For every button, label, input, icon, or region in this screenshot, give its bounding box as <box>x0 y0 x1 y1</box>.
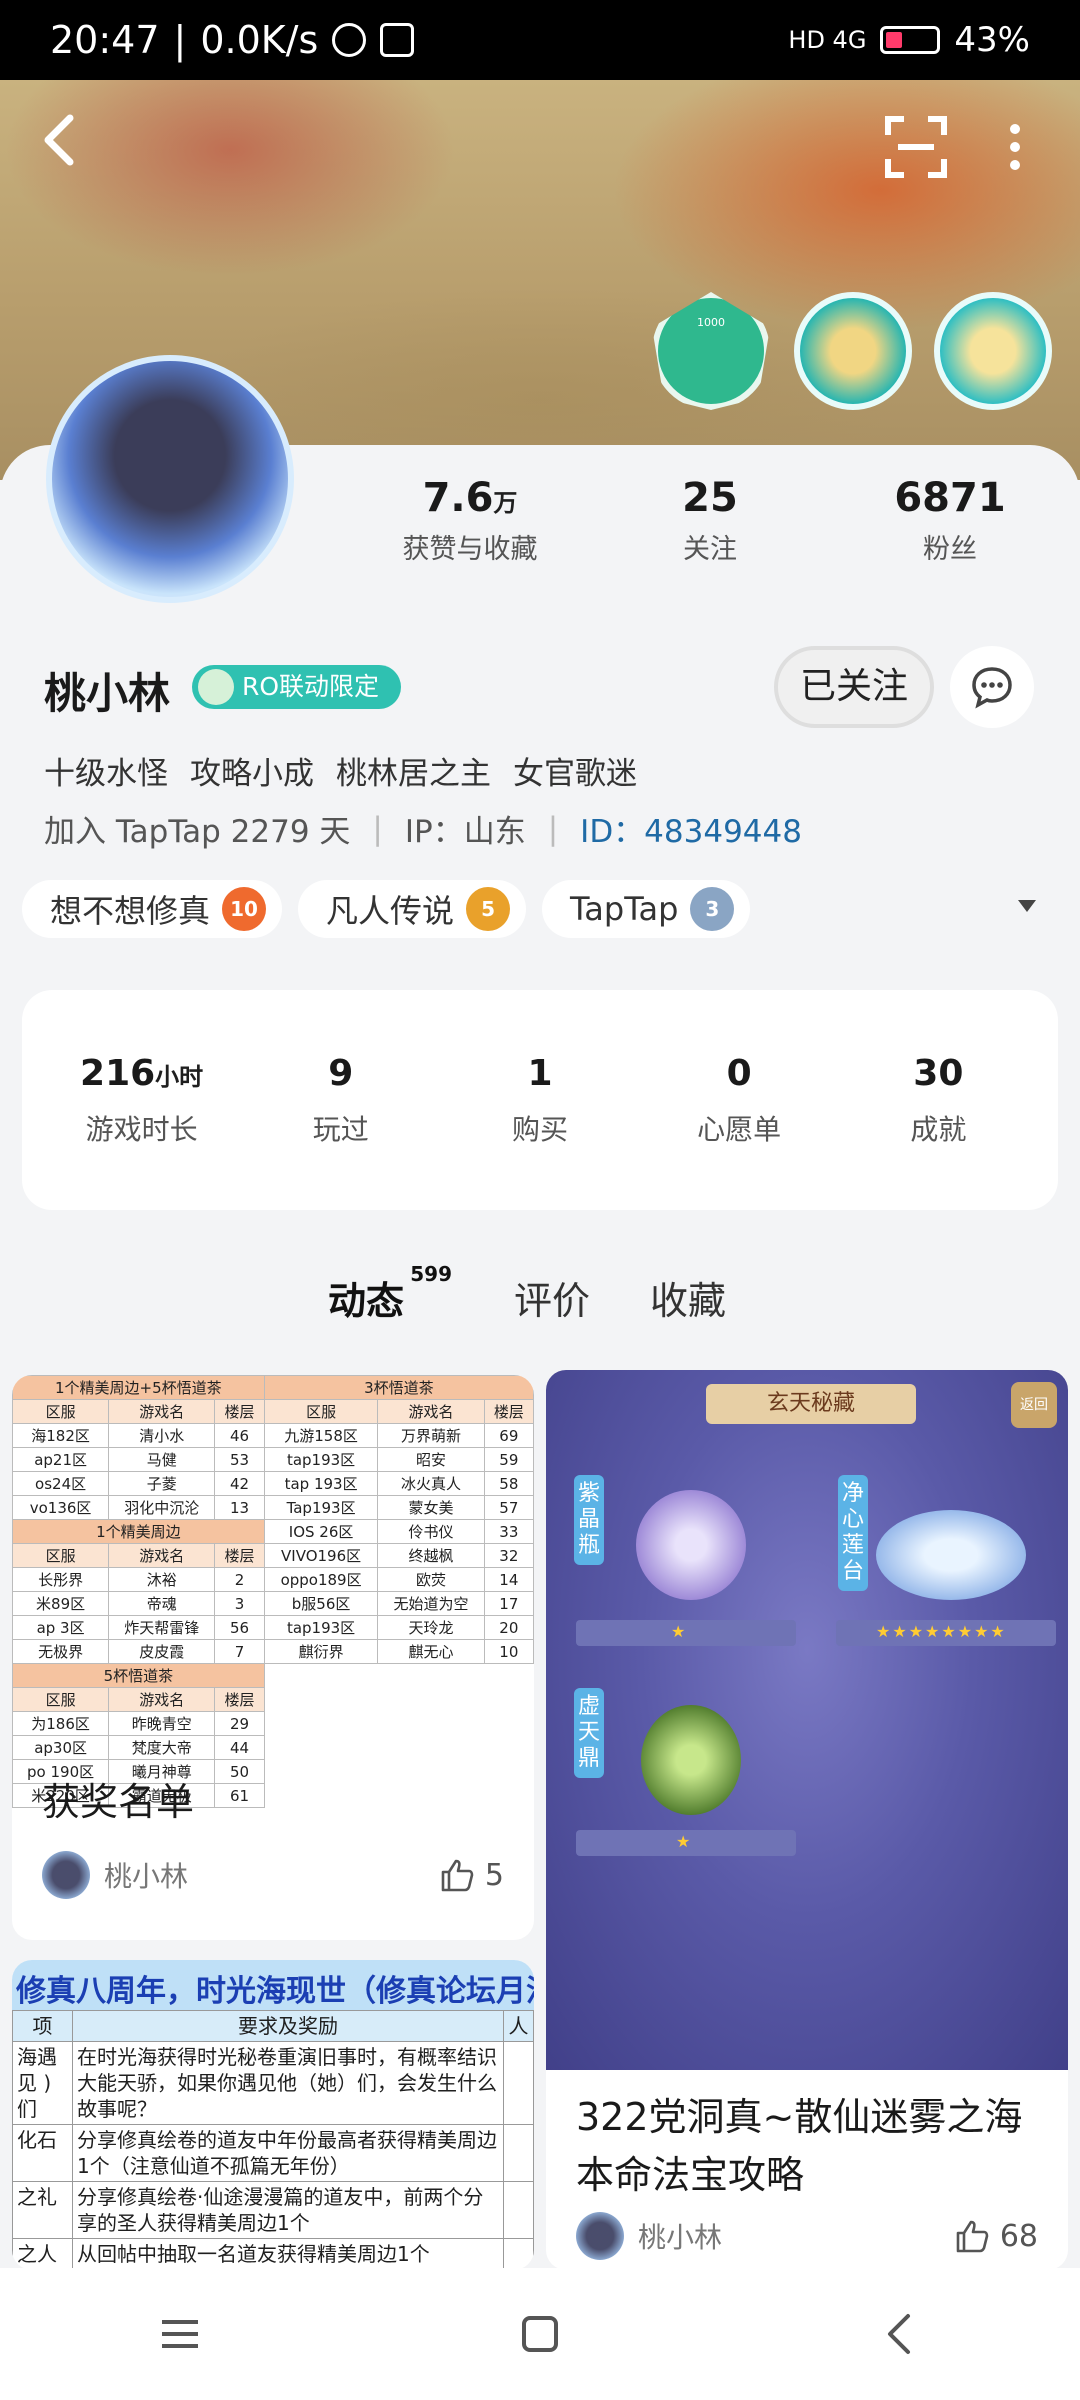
message-button[interactable] <box>950 646 1034 728</box>
stat-wishlist[interactable]: 0 心愿单 <box>654 1053 824 1148</box>
network-indicator: HD 4G <box>788 26 867 54</box>
tarara-birthday-badge[interactable] <box>794 292 912 410</box>
ip-location: IP：山东 <box>404 814 526 850</box>
profile-tabs: 动态 599 评价 收藏 <box>328 1262 786 1325</box>
user-name: 桃小林 <box>44 669 171 718</box>
chat-bubble-icon <box>972 667 1012 709</box>
expand-games-icon[interactable] <box>1018 900 1036 912</box>
item-label: 净心莲台 <box>838 1475 868 1591</box>
stat-likes[interactable]: 7.6万 获赞与收藏 <box>360 475 580 566</box>
game-chip[interactable]: TapTap 3 <box>542 880 751 938</box>
profile-stats: 7.6万 获赞与收藏 25 关注 6871 粉丝 <box>360 475 1060 566</box>
game-chip[interactable]: 凡人传说 5 <box>298 880 527 938</box>
level-icon: 5 <box>466 887 511 931</box>
user-meta: 加入 TapTap 2279 天 | IP：山东 | ID：48349448 <box>44 806 802 851</box>
item-label: 紫晶瓶 <box>574 1475 604 1565</box>
ro-collab-tag[interactable]: RO联动限定 <box>192 665 402 709</box>
lotus-icon <box>876 1510 1026 1600</box>
scan-icon <box>885 116 947 178</box>
author-avatar <box>42 1851 90 1899</box>
back-arrow-icon <box>44 114 74 166</box>
stat-purchased[interactable]: 1 购买 <box>455 1053 625 1148</box>
stat-following[interactable]: 25 关注 <box>600 475 820 566</box>
battery-icon <box>880 26 941 54</box>
like-button[interactable]: 68 <box>954 2219 1038 2254</box>
system-back-button[interactable] <box>870 2304 930 2364</box>
battery-percent: 43% <box>954 20 1030 60</box>
posts-count: 599 <box>410 1262 453 1286</box>
avatar[interactable] <box>46 355 294 603</box>
event-poster-image: 修真八周年，时光海现世（修真论坛月活动） 项要求及奖励人 海遇见 )们在时光海获… <box>12 1960 534 2270</box>
alarm-icon <box>332 23 367 57</box>
user-titles: 十级水怪 攻略小成 桃林居之主 女官歌迷 <box>44 748 637 793</box>
feed-card[interactable]: 1个精美周边+5杯悟道茶 3杯悟道茶 区服 游戏名 楼层 区服 游戏名 楼层 海182区… <box>12 1375 534 1940</box>
status-speed: 0.0K/s <box>200 18 319 62</box>
thumbs-up-icon <box>441 1859 474 1892</box>
more-button[interactable] <box>995 115 1035 179</box>
stat-playtime[interactable]: 216小时 游戏时长 <box>57 1053 227 1148</box>
return-icon: 返回 <box>1011 1382 1057 1428</box>
post-author: 桃小林 5 <box>12 1831 534 1899</box>
feed-card[interactable]: 修真八周年，时光海现世（修真论坛月活动） 项要求及奖励人 海遇见 )们在时光海获… <box>12 1960 534 2270</box>
status-bar: 20:47 | 0.0K/s HD 4G 43% <box>0 0 1080 80</box>
more-vertical-icon <box>1010 124 1020 170</box>
recent-apps-button[interactable] <box>150 2304 210 2364</box>
author-avatar <box>576 2212 624 2260</box>
back-chevron-icon <box>888 2314 910 2354</box>
title-item: 攻略小成 <box>190 756 314 792</box>
scan-button[interactable] <box>884 115 948 179</box>
game-stats-panel: 216小时 游戏时长 9 玩过 1 购买 0 心愿单 30 成就 <box>22 990 1058 1210</box>
back-button[interactable] <box>40 110 100 180</box>
feed-card[interactable]: 玄天秘藏 返回 紫晶瓶 ★ 净心莲台 ★★★★★★★★ 虚天鼎 ★ 322党洞真… <box>546 1370 1068 2270</box>
stat-played[interactable]: 9 玩过 <box>256 1053 426 1148</box>
tab-favorites[interactable]: 收藏 <box>650 1270 726 1325</box>
title-item: 桃林居之主 <box>336 756 491 792</box>
home-button[interactable] <box>510 2304 570 2364</box>
item-label: 虚天鼎 <box>574 1688 604 1778</box>
winners-sheet-image: 1个精美周边+5杯悟道茶 3杯悟道茶 区服 游戏名 楼层 区服 游戏名 楼层 海182区… <box>12 1375 534 1808</box>
level-icon: 10 <box>222 887 267 931</box>
post-author: 桃小林 68 <box>546 2204 1068 2260</box>
join-days: 加入 TapTap 2279 天 <box>44 814 351 850</box>
system-nav-bar <box>0 2268 1080 2400</box>
post-title: 322党洞真~散仙迷雾之海本命法宝攻略 <box>576 2095 1023 2197</box>
stat-followers[interactable]: 6871 粉丝 <box>840 475 1060 566</box>
thumbs-up-icon <box>956 2220 989 2253</box>
stat-achievements[interactable]: 30 成就 <box>853 1053 1023 1148</box>
home-square-icon <box>522 2316 558 2352</box>
game-chips: 想不想修真 10 凡人传说 5 TapTap 3 <box>22 880 751 938</box>
tarara-badge[interactable] <box>934 292 1052 410</box>
level-icon: 3 <box>690 887 735 931</box>
game-screenshot-image: 玄天秘藏 返回 紫晶瓶 ★ 净心莲台 ★★★★★★★★ 虚天鼎 ★ <box>546 1370 1068 2070</box>
purple-vase-icon <box>636 1490 746 1600</box>
status-time: 20:47 <box>50 18 160 62</box>
title-item: 十级水怪 <box>44 756 168 792</box>
nfc-icon <box>380 23 415 57</box>
tab-posts[interactable]: 动态 599 <box>328 1262 452 1325</box>
user-id[interactable]: ID：48349448 <box>580 806 802 851</box>
title-item: 女官歌迷 <box>513 756 637 792</box>
game-chip[interactable]: 想不想修真 10 <box>22 880 283 938</box>
menu-icon <box>162 2320 198 2348</box>
like-button[interactable]: 5 <box>439 1858 504 1893</box>
green-cauldron-icon <box>641 1705 741 1815</box>
follow-button[interactable]: 已关注 <box>774 646 934 728</box>
tab-reviews[interactable]: 评价 <box>514 1270 590 1325</box>
